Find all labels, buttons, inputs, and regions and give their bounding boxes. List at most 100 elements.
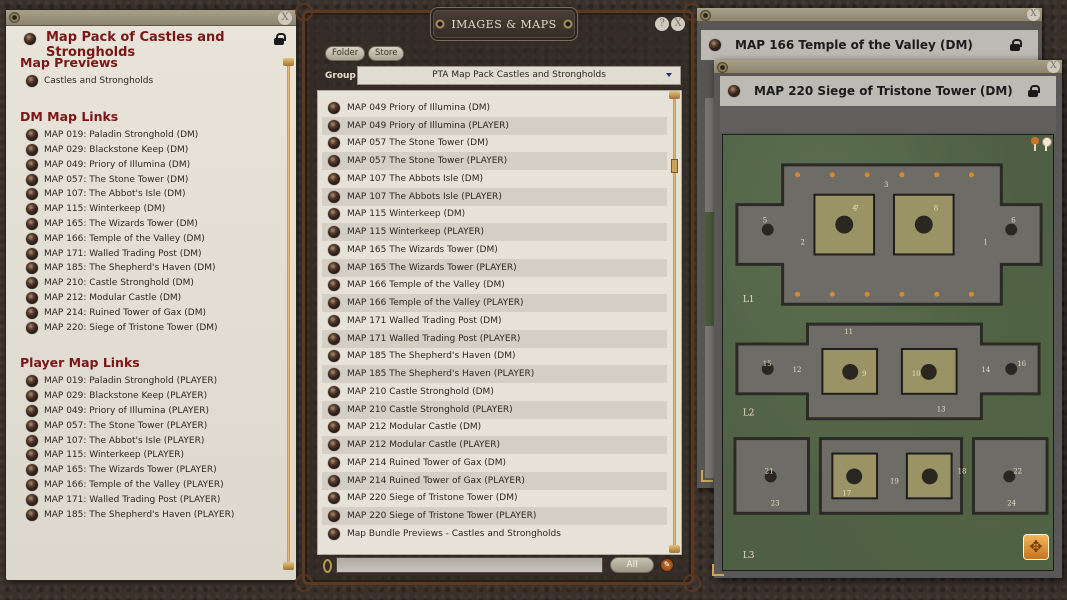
image-link-icon[interactable] <box>709 39 721 51</box>
story-link-item[interactable]: MAP 049: Priory of Illumina (DM) <box>20 157 280 172</box>
library-list-item[interactable]: MAP 214 Ruined Tower of Gax (PLAYER) <box>322 471 667 490</box>
corner-knot-icon <box>295 3 313 21</box>
story-link-item[interactable]: MAP 057: The Stone Tower (PLAYER) <box>20 418 280 433</box>
library-close-button[interactable]: X <box>671 17 685 31</box>
story-link-item[interactable]: MAP 107: The Abbot's Isle (PLAYER) <box>20 433 280 448</box>
story-link-label: MAP 049: Priory of Illumina (DM) <box>44 159 191 170</box>
image-record-icon <box>328 456 340 469</box>
story-link-item[interactable]: Castles and Strongholds <box>20 74 280 89</box>
folder-button[interactable]: Folder <box>325 46 366 61</box>
library-list-item[interactable]: MAP 107 The Abbots Isle (DM) <box>322 170 667 188</box>
story-link-item[interactable]: MAP 212: Modular Castle (DM) <box>20 291 280 306</box>
story-link-item[interactable]: MAP 019: Paladin Stronghold (PLAYER) <box>20 374 280 389</box>
library-item-label: MAP 210 Castle Stronghold (PLAYER) <box>347 404 513 415</box>
library-item-label: MAP 107 The Abbots Isle (DM) <box>347 173 483 184</box>
story-link-item[interactable]: MAP 029: Blackstone Keep (PLAYER) <box>20 389 280 404</box>
story-close-button[interactable]: X <box>278 11 292 25</box>
library-list-item[interactable]: MAP 107 The Abbots Isle (PLAYER) <box>322 187 667 206</box>
filter-ring-icon[interactable] <box>323 559 332 573</box>
library-list-item[interactable]: MAP 049 Priory of Illumina (DM) <box>322 99 667 117</box>
help-button[interactable]: ? <box>655 17 669 31</box>
link-bullet-icon <box>26 478 38 491</box>
story-link-item[interactable]: MAP 165: The Wizards Tower (DM) <box>20 217 280 232</box>
library-list-item[interactable]: MAP 220 Siege of Tristone Tower (DM) <box>322 490 667 508</box>
library-list-item[interactable]: MAP 171 Walled Trading Post (DM) <box>322 312 667 330</box>
pin-orange-tool-icon[interactable] <box>1031 137 1039 151</box>
library-list-item[interactable]: MAP 166 Temple of the Valley (DM) <box>322 277 667 295</box>
story-scrollbar[interactable] <box>283 58 294 570</box>
story-link-item[interactable]: MAP 115: Winterkeep (DM) <box>20 202 280 217</box>
story-link-item[interactable]: MAP 107: The Abbot's Isle (DM) <box>20 187 280 202</box>
library-list-item[interactable]: MAP 057 The Stone Tower (PLAYER) <box>322 152 667 170</box>
story-link-item[interactable]: MAP 049: Priory of Illumina (PLAYER) <box>20 404 280 419</box>
library-list-item[interactable]: MAP 166 Temple of the Valley (PLAYER) <box>322 294 667 312</box>
image-link-icon[interactable] <box>728 85 740 97</box>
library-list-item[interactable]: MAP 165 The Wizards Tower (PLAYER) <box>322 258 667 277</box>
story-link-item[interactable]: MAP 210: Castle Stronghold (DM) <box>20 276 280 291</box>
library-list-item[interactable]: MAP 057 The Stone Tower (DM) <box>322 135 667 153</box>
library-search-input[interactable] <box>336 557 603 573</box>
story-link-icon[interactable] <box>24 33 36 45</box>
library-scrollbar[interactable] <box>669 91 680 553</box>
image-window-close-button[interactable]: X <box>1027 8 1040 21</box>
library-list-item[interactable]: MAP 220 Siege of Tristone Tower (PLAYER) <box>322 507 667 525</box>
lock-icon[interactable] <box>274 33 286 45</box>
library-header: IMAGES & MAPS <box>430 7 578 41</box>
library-list-item[interactable]: MAP 212 Modular Castle (DM) <box>322 419 667 437</box>
library-list-item[interactable]: MAP 165 The Wizards Tower (DM) <box>322 241 667 259</box>
corner-knot-icon <box>683 574 701 592</box>
image-window-titlebar[interactable]: X <box>697 8 1042 22</box>
lock-icon[interactable] <box>1028 85 1040 97</box>
story-link-item[interactable]: MAP 057: The Stone Tower (DM) <box>20 172 280 187</box>
story-link-item[interactable]: MAP 171: Walled Trading Post (DM) <box>20 246 280 261</box>
link-bullet-icon <box>26 173 38 186</box>
story-link-item[interactable]: MAP 115: Winterkeep (PLAYER) <box>20 448 280 463</box>
library-list-item[interactable]: MAP 049 Priory of Illumina (PLAYER) <box>322 116 667 135</box>
library-list-item[interactable]: MAP 171 Walled Trading Post (PLAYER) <box>322 329 667 348</box>
image-record-icon <box>328 332 340 345</box>
library-list-item[interactable]: MAP 210 Castle Stronghold (DM) <box>322 383 667 401</box>
library-list-item[interactable]: MAP 210 Castle Stronghold (PLAYER) <box>322 400 667 419</box>
story-link-label: MAP 210: Castle Stronghold (DM) <box>44 278 194 289</box>
map-room-label: 23 <box>771 499 780 507</box>
library-list-item[interactable]: MAP 115 Winterkeep (DM) <box>322 206 667 224</box>
image-window-close-button[interactable]: X <box>1047 60 1060 73</box>
map-image[interactable]: L1 L2 L3 1 2 3 4 5 6 7 8 9 10 11 12 13 14 15 16 17 18 19 21 22 2… <box>722 134 1054 571</box>
story-link-item[interactable]: MAP 165: The Wizards Tower (PLAYER) <box>20 463 280 478</box>
lock-icon[interactable] <box>1010 39 1022 51</box>
library-list-item[interactable]: Map Bundle Previews - Castles and Strong… <box>322 525 667 543</box>
story-link-item[interactable]: MAP 019: Paladin Stronghold (DM) <box>20 128 280 143</box>
library-list-item[interactable]: MAP 214 Ruined Tower of Gax (DM) <box>322 454 667 472</box>
image-record-icon <box>328 314 340 327</box>
library-list-item[interactable]: MAP 212 Modular Castle (PLAYER) <box>322 436 667 454</box>
story-link-item[interactable]: MAP 214: Ruined Tower of Gax (DM) <box>20 305 280 320</box>
library-list-item[interactable]: MAP 115 Winterkeep (PLAYER) <box>322 223 667 241</box>
story-link-item[interactable]: MAP 166: Temple of the Valley (DM) <box>20 231 280 246</box>
story-link-item[interactable]: MAP 171: Walled Trading Post (PLAYER) <box>20 492 280 507</box>
story-titlebar[interactable]: X <box>6 10 296 26</box>
pin-white-tool-icon[interactable] <box>1042 137 1052 151</box>
scroll-thumb[interactable] <box>671 159 678 173</box>
expand-button[interactable]: ✥ <box>1023 534 1049 560</box>
library-item-label: MAP 166 Temple of the Valley (PLAYER) <box>347 298 524 309</box>
image-window-titlebar[interactable]: X <box>714 60 1062 74</box>
window-pin-icon <box>9 12 20 23</box>
map-room-label: 14 <box>981 366 990 374</box>
story-link-label: MAP 057: The Stone Tower (PLAYER) <box>44 420 208 431</box>
story-link-item[interactable]: MAP 220: Siege of Tristone Tower (DM) <box>20 320 280 335</box>
story-link-item[interactable]: MAP 185: The Shepherd's Haven (DM) <box>20 261 280 276</box>
story-link-item[interactable]: MAP 166: Temple of the Valley (PLAYER) <box>20 478 280 493</box>
store-button[interactable]: Store <box>368 46 405 61</box>
story-link-item[interactable]: MAP 185: The Shepherd's Haven (PLAYER) <box>20 507 280 522</box>
map-level-label: L2 <box>743 409 755 419</box>
story-link-item[interactable]: MAP 029: Blackstone Keep (DM) <box>20 143 280 158</box>
library-list-item[interactable]: MAP 185 The Shepherd's Haven (DM) <box>322 348 667 366</box>
group-select[interactable]: PTA Map Pack Castles and Strongholds <box>357 66 681 85</box>
library-list-item[interactable]: MAP 185 The Shepherd's Haven (PLAYER) <box>322 365 667 383</box>
edit-button[interactable]: ✎ <box>660 558 674 572</box>
all-filter-button[interactable]: All <box>610 557 654 573</box>
library-item-label: MAP 165 The Wizards Tower (DM) <box>347 244 498 255</box>
story-link-label: MAP 214: Ruined Tower of Gax (DM) <box>44 307 207 318</box>
image-record-icon <box>328 510 340 523</box>
image-record-icon <box>328 385 340 398</box>
